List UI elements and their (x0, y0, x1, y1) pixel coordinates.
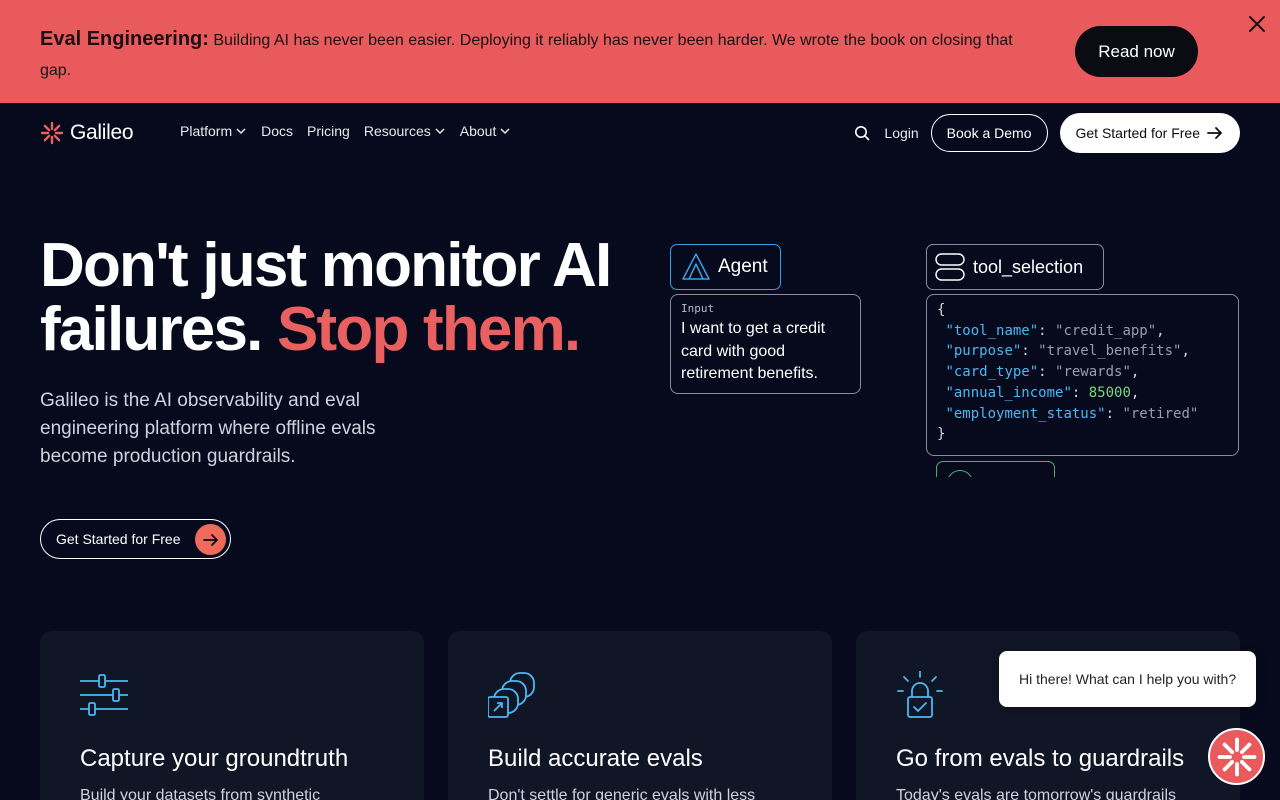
nav-label: Resources (363, 123, 431, 139)
get-started-label: Get Started for Free (1075, 125, 1201, 141)
get-started-button[interactable]: Get Started for Free (1059, 113, 1240, 153)
lock-alert-icon (897, 671, 943, 718)
json-line: "purpose": "travel_benefits", (945, 343, 1190, 360)
stacked-cards-icon (488, 672, 535, 718)
galileo-logo-icon (1217, 737, 1256, 776)
hero-get-started-button[interactable]: Get Started for Free (40, 519, 231, 559)
sliders-icon (80, 674, 128, 716)
next-step-stub (936, 461, 1055, 477)
hero-title: Don't just monitor AI failures. Stop the… (40, 234, 660, 362)
chat-launcher-button[interactable] (1208, 728, 1265, 785)
agent-logo-icon (682, 253, 710, 280)
agent-tag-label: Agent (718, 256, 768, 277)
book-demo-button[interactable]: Book a Demo (930, 114, 1048, 152)
feature-card-evals: Build accurate evals Don't settle for ge… (448, 631, 832, 800)
json-line: "annual_income": 85000, (945, 384, 1140, 401)
nav-item-about[interactable]: About (460, 123, 512, 139)
chevron-down-icon (236, 128, 246, 135)
json-line: "card_type": "rewards", (945, 364, 1140, 381)
agent-input-text: I want to get a credit card with good re… (681, 320, 826, 382)
hero-title-line1: Don't just monitor AI (40, 231, 612, 300)
feature-card-groundtruth: Capture your groundtruth Build your data… (40, 631, 424, 800)
arrow-right-icon (195, 524, 226, 555)
galileo-logo-icon (40, 121, 64, 145)
card-desc: Don't settle for generic evals with less (488, 787, 756, 800)
top-nav: Galileo Platform Docs Pricing Resources … (0, 103, 1280, 163)
search-icon[interactable] (852, 123, 872, 143)
hero-title-line2: failures. (40, 295, 277, 364)
json-line: "employment_status": "retired" (945, 405, 1199, 422)
chat-greeting-text: Hi there! What can I help you with? (1019, 671, 1237, 687)
tool-selection-tag: tool_selection (926, 244, 1104, 290)
card-title: Capture your groundtruth (80, 745, 349, 772)
chevron-down-icon (435, 128, 445, 135)
nav-item-platform[interactable]: Platform (180, 123, 247, 139)
card-desc: Today's evals are tomorrow's guardrails (896, 787, 1176, 800)
hero-cta-label: Get Started for Free (56, 531, 181, 547)
nav-item-pricing[interactable]: Pricing (307, 123, 350, 139)
nav-label: Platform (180, 123, 233, 139)
announcement-banner: Eval Engineering: Building AI has never … (0, 0, 1280, 103)
arrow-right-icon (1207, 127, 1222, 139)
nav-actions: Login Book a Demo Get Started for Free (852, 113, 1240, 153)
banner-message: Eval Engineering: Building AI has never … (40, 24, 1040, 86)
tool-json-box: { "tool_name": "credit_app", "purpose": … (926, 294, 1239, 456)
logo[interactable]: Galileo (40, 119, 134, 147)
chat-greeting-bubble[interactable]: Hi there! What can I help you with? (999, 651, 1256, 707)
tool-tag-label: tool_selection (973, 256, 1084, 277)
json-line: "tool_name": "credit_app", (945, 322, 1165, 339)
hero-title-accent: Stop them. (277, 295, 581, 364)
nav-label: About (459, 123, 497, 139)
banner-title: Eval Engineering: (40, 28, 209, 50)
nav-item-resources[interactable]: Resources (364, 123, 446, 139)
nav-label: Docs (261, 123, 294, 139)
brand-name: Galileo (70, 121, 134, 144)
agent-input-box: Input I want to get a credit card with g… (670, 294, 861, 394)
chevron-down-icon (500, 128, 510, 135)
card-desc: Build your datasets from synthetic (80, 787, 321, 800)
card-title: Go from evals to guardrails (896, 745, 1185, 772)
login-link[interactable]: Login (884, 125, 918, 141)
agent-input-label: Input (681, 302, 715, 315)
nav-item-docs[interactable]: Docs (261, 123, 293, 139)
agent-tag: Agent (670, 244, 781, 290)
tool-stack-icon (935, 253, 965, 281)
hero-subtitle: Galileo is the AI observability and eval… (40, 390, 376, 467)
nav-links: Platform Docs Pricing Resources About (180, 123, 511, 139)
close-icon[interactable] (1246, 13, 1268, 35)
nav-label: Pricing (307, 123, 350, 139)
read-now-button[interactable]: Read now (1075, 26, 1198, 77)
card-title: Build accurate evals (488, 745, 703, 772)
